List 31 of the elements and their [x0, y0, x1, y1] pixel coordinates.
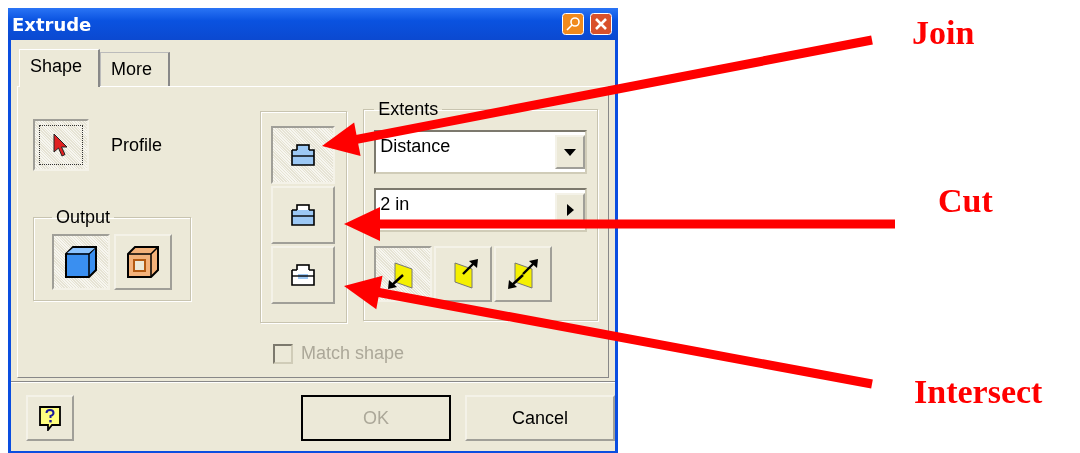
output-title: Output [55, 207, 112, 228]
help-icon [38, 405, 62, 431]
stacked-boxes-icon [290, 264, 315, 286]
tab[interactable]: Shape [19, 49, 101, 87]
direction-arrow-icon [506, 258, 541, 290]
tab[interactable]: More [100, 52, 171, 86]
reverse-direction-button[interactable] [434, 246, 493, 302]
stacked-boxes-icon [290, 204, 315, 226]
profile-label: Profile [111, 134, 163, 156]
surface-cube-icon [125, 244, 161, 280]
extents-type-dropdown[interactable]: Distance [374, 130, 587, 174]
cancel-button[interactable]: Cancel [465, 395, 615, 441]
symmetric-direction-button[interactable] [494, 246, 553, 302]
join-button[interactable] [270, 126, 335, 184]
cursor-icon [52, 133, 70, 157]
profile-select-button[interactable] [33, 119, 89, 171]
stacked-boxes-icon [290, 144, 315, 166]
dropdown-arrow-icon [564, 148, 576, 156]
callout-label: Intersect [914, 373, 1043, 411]
surface-output-button[interactable] [114, 234, 172, 290]
cut-button[interactable] [270, 186, 335, 244]
solid-cube-icon [63, 244, 99, 280]
intersect-button[interactable] [270, 246, 335, 304]
right-arrow-icon [566, 204, 574, 216]
callout-label: Join [912, 14, 975, 52]
solid-output-button[interactable] [52, 234, 110, 290]
window-title: Extrude [12, 13, 92, 35]
help-button[interactable] [26, 395, 74, 441]
close-icon[interactable] [590, 13, 612, 35]
extents-title: Extents [377, 99, 440, 120]
callout-label: Cut [938, 182, 993, 220]
